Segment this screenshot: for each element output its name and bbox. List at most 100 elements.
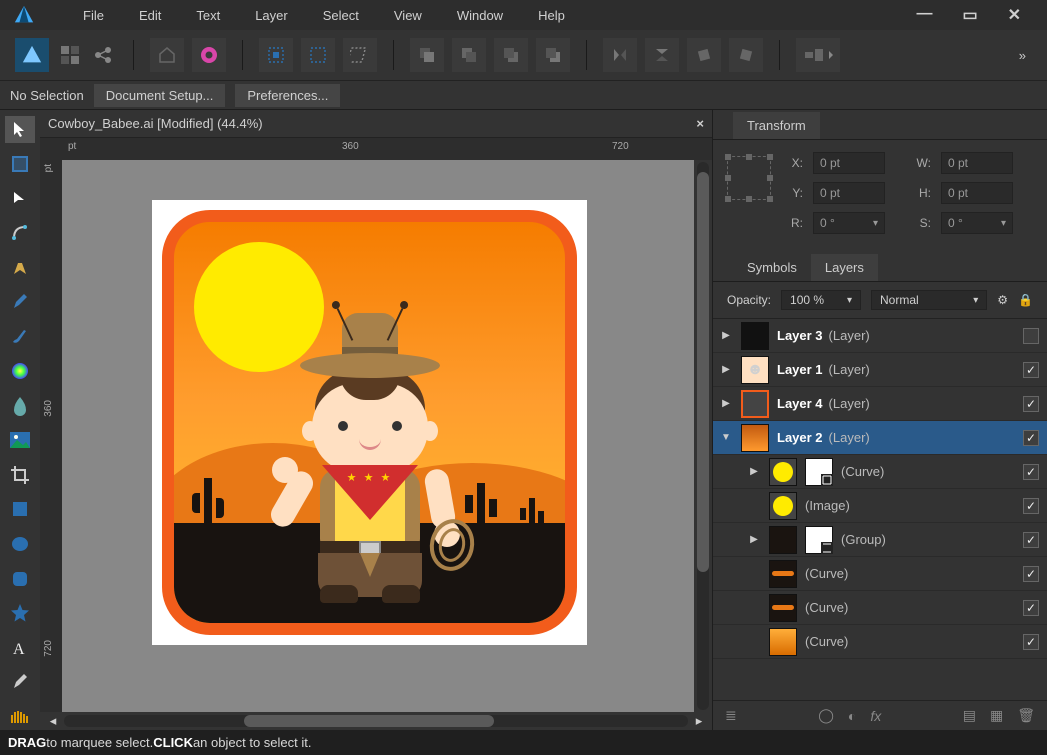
corner-tool[interactable] <box>5 220 35 247</box>
menu-help[interactable]: Help <box>523 3 580 28</box>
layer-visibility-checkbox[interactable]: ✓ <box>1023 464 1039 480</box>
toolbar-donut-icon[interactable] <box>192 38 226 72</box>
brush-tool[interactable] <box>5 323 35 350</box>
snap-pixel-icon[interactable] <box>259 38 293 72</box>
layer-row[interactable]: ▶Layer 3(Layer) <box>713 319 1047 353</box>
node-tool[interactable] <box>5 185 35 212</box>
layer-row[interactable]: (Curve)✓ <box>713 625 1047 659</box>
layer-row[interactable]: ▶(Curve)✓ <box>713 455 1047 489</box>
transform-y-input[interactable]: 0 pt <box>813 182 885 204</box>
scrollbar-vertical[interactable] <box>694 160 712 712</box>
hand-tool[interactable] <box>5 704 35 731</box>
document-close-icon[interactable]: × <box>696 116 704 131</box>
layer-expand-arrow[interactable]: ▶ <box>747 466 761 477</box>
layer-expand-arrow[interactable]: ▶ <box>747 534 761 545</box>
layers-stack-icon[interactable]: ≣ <box>725 707 737 724</box>
mask-icon[interactable]: ◯ <box>818 707 834 724</box>
tab-layers[interactable]: Layers <box>811 254 878 281</box>
adjustment-icon[interactable]: ◐ <box>848 708 856 724</box>
rounded-rect-tool[interactable] <box>5 565 35 592</box>
menu-window[interactable]: Window <box>442 3 518 28</box>
order-back-icon[interactable] <box>410 38 444 72</box>
opacity-input[interactable]: 100 %▾ <box>781 290 861 310</box>
transform-anchor-icon[interactable] <box>727 156 771 200</box>
layer-row[interactable]: ▶☻Layer 1(Layer)✓ <box>713 353 1047 387</box>
layer-expand-arrow[interactable]: ▼ <box>719 432 733 443</box>
menu-layer[interactable]: Layer <box>240 3 303 28</box>
menu-view[interactable]: View <box>379 3 437 28</box>
tab-symbols[interactable]: Symbols <box>733 254 811 281</box>
layer-row[interactable]: ▼Layer 2(Layer)✓ <box>713 421 1047 455</box>
flip-v-icon[interactable] <box>645 38 679 72</box>
tab-transform[interactable]: Transform <box>733 112 820 139</box>
order-forward-icon[interactable] <box>494 38 528 72</box>
order-front-icon[interactable] <box>536 38 570 72</box>
layer-visibility-checkbox[interactable]: ✓ <box>1023 600 1039 616</box>
transform-s-input[interactable]: 0 ° <box>941 212 1013 234</box>
star-tool[interactable] <box>5 600 35 627</box>
layer-visibility-checkbox[interactable]: ✓ <box>1023 430 1039 446</box>
rectangle-tool[interactable] <box>5 496 35 523</box>
layer-row[interactable]: (Curve)✓ <box>713 557 1047 591</box>
lock-icon[interactable]: 🔒 <box>1018 293 1033 307</box>
layer-visibility-checkbox[interactable]: ✓ <box>1023 498 1039 514</box>
ellipse-tool[interactable] <box>5 531 35 558</box>
blend-mode-select[interactable]: Normal▾ <box>871 290 987 310</box>
layer-visibility-checkbox[interactable]: ✓ <box>1023 634 1039 650</box>
layer-expand-arrow[interactable]: ▶ <box>719 330 733 341</box>
layer-expand-arrow[interactable]: ▶ <box>719 364 733 375</box>
align-icon[interactable] <box>796 38 840 72</box>
artboard-tool[interactable] <box>5 151 35 178</box>
snap-bounds-icon[interactable] <box>343 38 377 72</box>
menu-text[interactable]: Text <box>181 3 235 28</box>
canvas-viewport[interactable]: ★ ★ ★ <box>62 160 694 712</box>
document-tab[interactable]: Cowboy_Babee.ai [Modified] (44.4%) <box>48 116 696 131</box>
crop-tool[interactable] <box>5 462 35 489</box>
transparency-tool[interactable] <box>5 393 35 420</box>
minimize-button[interactable]: — <box>910 3 938 27</box>
layer-expand-arrow[interactable]: ▶ <box>719 398 733 409</box>
layer-row[interactable]: (Image)✓ <box>713 489 1047 523</box>
rotate-cw-icon[interactable] <box>729 38 763 72</box>
transform-x-input[interactable]: 0 pt <box>813 152 885 174</box>
transform-r-input[interactable]: 0 ° <box>813 212 885 234</box>
layer-visibility-checkbox[interactable]: ✓ <box>1023 566 1039 582</box>
preferences-button[interactable]: Preferences... <box>235 84 340 107</box>
gear-icon[interactable]: ⚙ <box>997 293 1008 307</box>
menu-file[interactable]: File <box>68 3 119 28</box>
persona-export-icon[interactable] <box>91 42 117 68</box>
fx-icon[interactable]: fx <box>870 708 881 724</box>
menu-select[interactable]: Select <box>308 3 374 28</box>
layer-visibility-checkbox[interactable]: ✓ <box>1023 362 1039 378</box>
rotate-ccw-icon[interactable] <box>687 38 721 72</box>
layer-row[interactable]: (Curve)✓ <box>713 591 1047 625</box>
text-tool[interactable]: A <box>5 634 35 661</box>
pencil-tool[interactable] <box>5 289 35 316</box>
layer-row[interactable]: ▶Layer 4(Layer)✓ <box>713 387 1047 421</box>
eyedropper-tool[interactable] <box>5 669 35 696</box>
pen-tool[interactable] <box>5 254 35 281</box>
place-image-tool[interactable] <box>5 427 35 454</box>
layer-visibility-checkbox[interactable]: ✓ <box>1023 396 1039 412</box>
new-pixel-layer-icon[interactable]: ▦ <box>990 707 1003 724</box>
close-button[interactable]: ✕ <box>1002 3 1027 27</box>
maximize-button[interactable]: ▭ <box>956 3 983 27</box>
menu-edit[interactable]: Edit <box>124 3 176 28</box>
fill-tool[interactable] <box>5 358 35 385</box>
persona-designer-icon[interactable] <box>15 38 49 72</box>
transform-h-input[interactable]: 0 pt <box>941 182 1013 204</box>
toolbar-home-icon[interactable] <box>150 38 184 72</box>
transform-w-input[interactable]: 0 pt <box>941 152 1013 174</box>
snap-grid-icon[interactable] <box>301 38 335 72</box>
persona-pixel-icon[interactable] <box>57 42 83 68</box>
document-setup-button[interactable]: Document Setup... <box>94 84 226 107</box>
scrollbar-horizontal[interactable]: ◂ ▸ <box>40 712 712 730</box>
toolbar-overflow-icon[interactable]: » <box>1013 48 1032 63</box>
flip-h-icon[interactable] <box>603 38 637 72</box>
delete-layer-icon[interactable]: 🗑 <box>1017 707 1035 724</box>
new-layer-icon[interactable]: ▤ <box>963 707 976 724</box>
layer-row[interactable]: ▶(Group)✓ <box>713 523 1047 557</box>
move-tool[interactable] <box>5 116 35 143</box>
layer-visibility-checkbox[interactable] <box>1023 328 1039 344</box>
order-backward-icon[interactable] <box>452 38 486 72</box>
